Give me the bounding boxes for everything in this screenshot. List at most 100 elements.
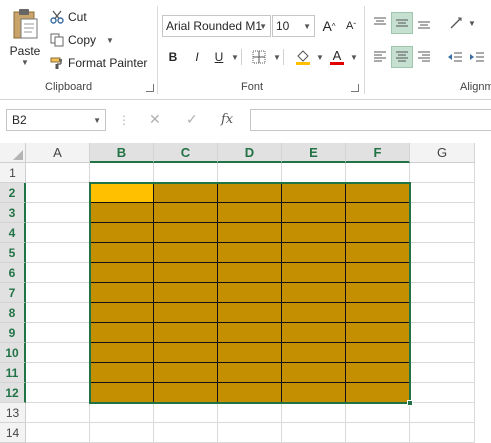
cell-c7[interactable] xyxy=(154,283,218,303)
cell-b7[interactable] xyxy=(90,283,154,303)
cell-a5[interactable] xyxy=(26,243,90,263)
cell-c8[interactable] xyxy=(154,303,218,323)
cell-c4[interactable] xyxy=(154,223,218,243)
cell-e1[interactable] xyxy=(282,163,346,183)
cell-e10[interactable] xyxy=(282,343,346,363)
cell-d5[interactable] xyxy=(218,243,282,263)
font-color-dropdown-icon[interactable]: ▼ xyxy=(350,53,358,62)
cancel-icon[interactable]: ✕ xyxy=(149,111,161,128)
cell-a4[interactable] xyxy=(26,223,90,243)
cell-f7[interactable] xyxy=(346,283,410,303)
cell-b9[interactable] xyxy=(90,323,154,343)
cell-g13[interactable] xyxy=(410,403,475,423)
cell-c2[interactable] xyxy=(154,183,218,203)
cell-a11[interactable] xyxy=(26,363,90,383)
cell-c9[interactable] xyxy=(154,323,218,343)
cell-e6[interactable] xyxy=(282,263,346,283)
cell-a14[interactable] xyxy=(26,423,90,443)
enter-icon[interactable]: ✓ xyxy=(186,111,198,128)
cell-d2[interactable] xyxy=(218,183,282,203)
cell-a10[interactable] xyxy=(26,343,90,363)
cell-b1[interactable] xyxy=(90,163,154,183)
cell-d1[interactable] xyxy=(218,163,282,183)
cell-f9[interactable] xyxy=(346,323,410,343)
cell-g9[interactable] xyxy=(410,323,475,343)
cell-b2[interactable] xyxy=(90,183,154,203)
cell-g11[interactable] xyxy=(410,363,475,383)
worksheet-grid[interactable]: A B C D E F G 1 2 3 4 5 6 7 8 9 10 11 12 13 14 xyxy=(0,143,491,443)
row-header-9[interactable]: 9 xyxy=(0,323,26,343)
align-right-button[interactable] xyxy=(413,46,435,68)
row-header-3[interactable]: 3 xyxy=(0,203,26,223)
copy-dropdown-icon[interactable]: ▼ xyxy=(106,36,114,45)
cell-f8[interactable] xyxy=(346,303,410,323)
bold-button[interactable]: B xyxy=(162,46,184,68)
row-header-2[interactable]: 2 xyxy=(0,183,26,203)
cell-a6[interactable] xyxy=(26,263,90,283)
cell-d6[interactable] xyxy=(218,263,282,283)
column-header-a[interactable]: A xyxy=(26,143,90,163)
formula-input[interactable] xyxy=(250,109,491,131)
cell-g4[interactable] xyxy=(410,223,475,243)
cell-a13[interactable] xyxy=(26,403,90,423)
paste-button[interactable]: Paste ▼ xyxy=(4,8,46,76)
insert-function-icon[interactable]: fx xyxy=(221,112,233,127)
name-box-dropdown-icon[interactable]: ▼ xyxy=(93,116,101,125)
fill-color-button[interactable] xyxy=(292,46,314,68)
more-options-icon[interactable]: ⋮ xyxy=(118,113,130,127)
cell-e12[interactable] xyxy=(282,383,346,403)
cell-f14[interactable] xyxy=(346,423,410,443)
cell-b10[interactable] xyxy=(90,343,154,363)
column-header-e[interactable]: E xyxy=(282,143,346,163)
font-launcher-icon[interactable] xyxy=(351,84,359,92)
increase-indent-button[interactable] xyxy=(466,46,488,68)
cell-f4[interactable] xyxy=(346,223,410,243)
cut-button[interactable]: Cut xyxy=(50,10,87,24)
row-header-10[interactable]: 10 xyxy=(0,343,26,363)
row-header-14[interactable]: 14 xyxy=(0,423,26,443)
cell-e2[interactable] xyxy=(282,183,346,203)
fill-color-dropdown-icon[interactable]: ▼ xyxy=(316,53,324,62)
cell-b13[interactable] xyxy=(90,403,154,423)
cell-f12[interactable] xyxy=(346,383,410,403)
fill-handle[interactable] xyxy=(407,400,413,406)
cell-b6[interactable] xyxy=(90,263,154,283)
cell-f3[interactable] xyxy=(346,203,410,223)
orientation-button[interactable] xyxy=(446,12,468,34)
row-header-11[interactable]: 11 xyxy=(0,363,26,383)
cell-g6[interactable] xyxy=(410,263,475,283)
cell-f11[interactable] xyxy=(346,363,410,383)
cell-g8[interactable] xyxy=(410,303,475,323)
cell-e8[interactable] xyxy=(282,303,346,323)
cell-c11[interactable] xyxy=(154,363,218,383)
cell-a9[interactable] xyxy=(26,323,90,343)
cell-d9[interactable] xyxy=(218,323,282,343)
cell-e3[interactable] xyxy=(282,203,346,223)
cell-b3[interactable] xyxy=(90,203,154,223)
row-header-12[interactable]: 12 xyxy=(0,383,26,403)
cell-d11[interactable] xyxy=(218,363,282,383)
cell-b8[interactable] xyxy=(90,303,154,323)
cell-g3[interactable] xyxy=(410,203,475,223)
bottom-align-button[interactable] xyxy=(413,12,435,34)
cell-f6[interactable] xyxy=(346,263,410,283)
cell-a3[interactable] xyxy=(26,203,90,223)
cell-c13[interactable] xyxy=(154,403,218,423)
cell-d13[interactable] xyxy=(218,403,282,423)
cell-a2[interactable] xyxy=(26,183,90,203)
font-color-button[interactable]: A xyxy=(326,46,348,68)
cell-d4[interactable] xyxy=(218,223,282,243)
row-header-4[interactable]: 4 xyxy=(0,223,26,243)
cell-d8[interactable] xyxy=(218,303,282,323)
cell-e14[interactable] xyxy=(282,423,346,443)
copy-button[interactable]: Copy ▼ xyxy=(50,33,114,47)
cell-a8[interactable] xyxy=(26,303,90,323)
row-header-13[interactable]: 13 xyxy=(0,403,26,423)
decrease-font-size-button[interactable]: Aˇ xyxy=(340,15,362,37)
cell-c14[interactable] xyxy=(154,423,218,443)
cell-d14[interactable] xyxy=(218,423,282,443)
cell-f2[interactable] xyxy=(346,183,410,203)
cell-g2[interactable] xyxy=(410,183,475,203)
cell-b5[interactable] xyxy=(90,243,154,263)
top-align-button[interactable] xyxy=(369,12,391,34)
